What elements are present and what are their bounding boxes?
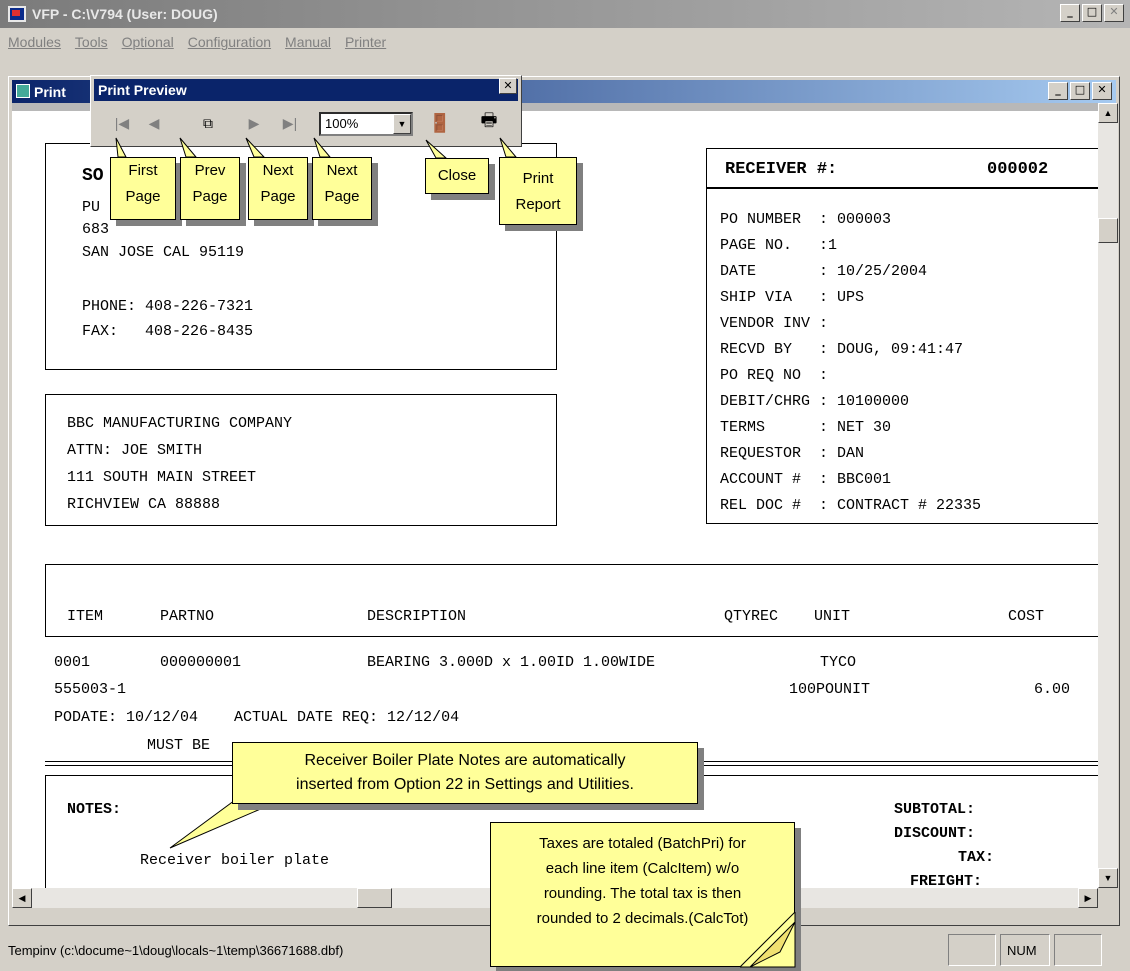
callout-text: each line item (CalcItem) w/o: [545, 860, 740, 877]
callout-text: Receiver Boiler Plate Notes are automati…: [304, 752, 626, 769]
num-lock-indicator: NUM: [1000, 934, 1050, 966]
status-cell: [948, 934, 996, 966]
status-cell: [1054, 934, 1102, 966]
callout-boiler-plate: Receiver Boiler Plate Notes are automati…: [232, 742, 698, 804]
callout-text: rounding. The total tax is then: [543, 885, 742, 902]
callout-text: inserted from Option 22 in Settings and …: [296, 776, 634, 793]
callout-text: Taxes are totaled (BatchPri) for: [539, 835, 746, 852]
